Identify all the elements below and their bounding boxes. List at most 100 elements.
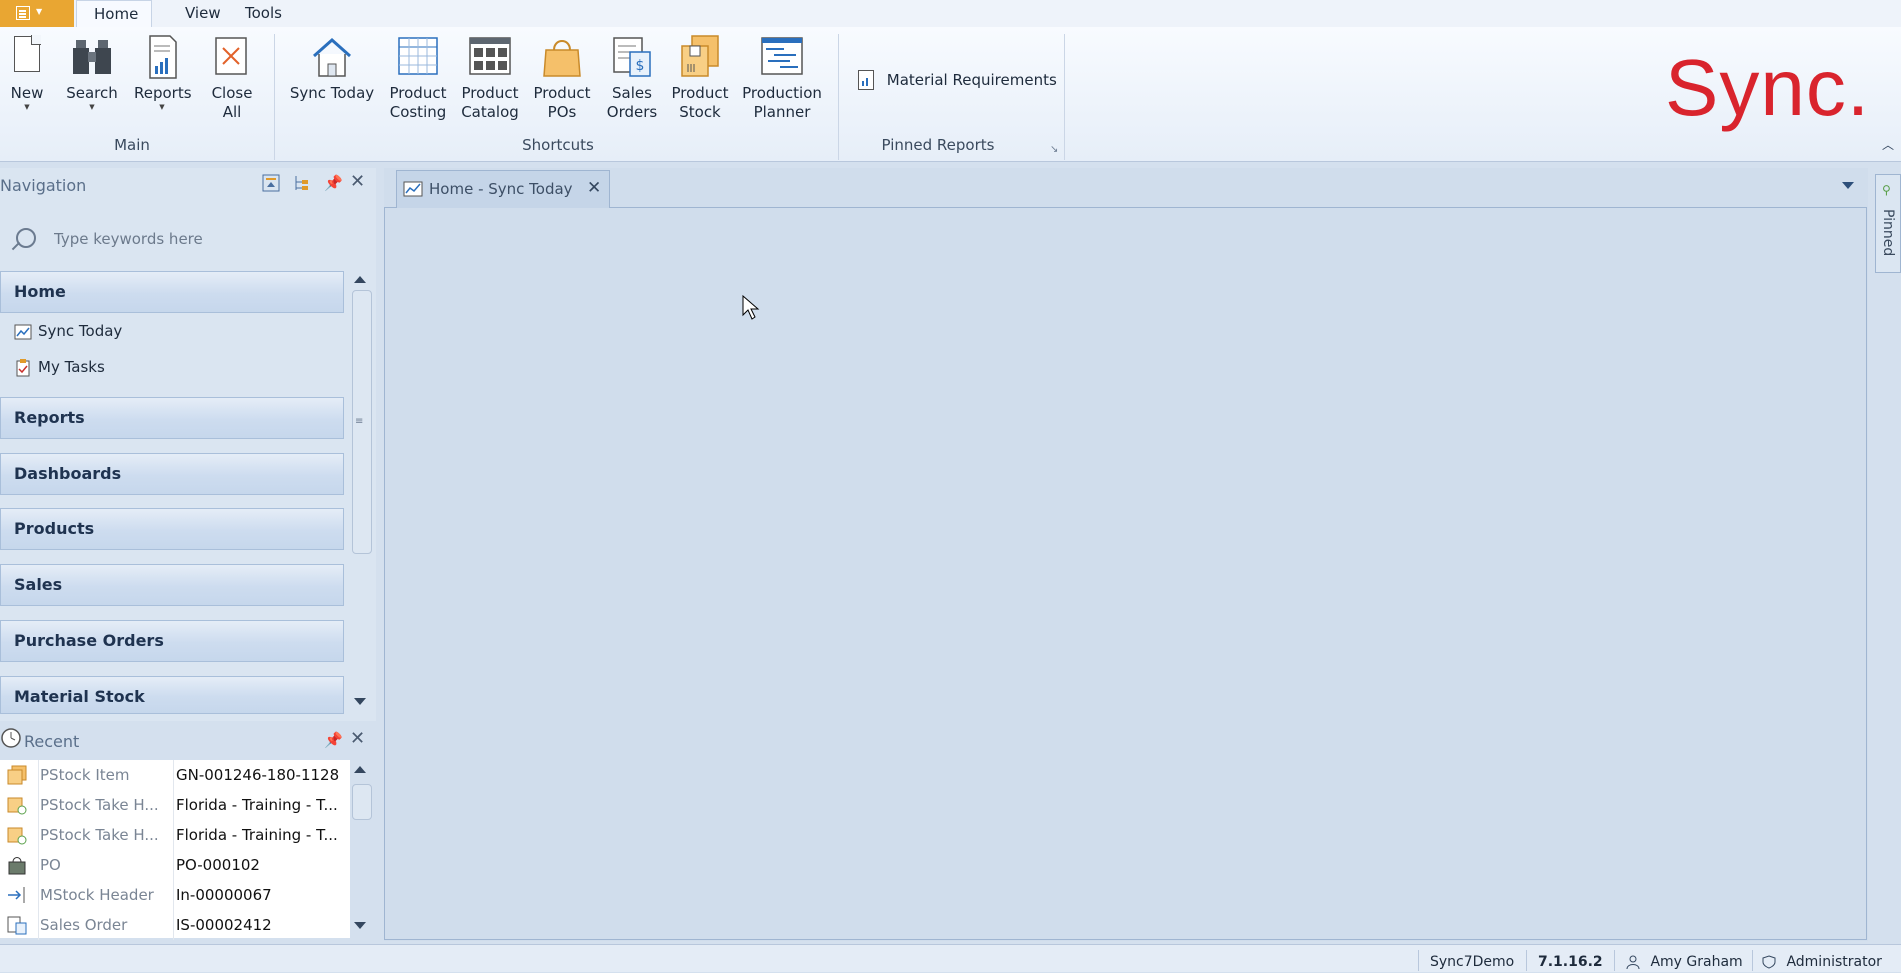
recent-type: PO: [40, 856, 61, 874]
app-menu-icon: [16, 6, 30, 20]
dropdown-arrow-icon: ▼: [89, 103, 95, 111]
recent-type: PStock Take H...: [40, 796, 159, 814]
status-separator: [1614, 950, 1615, 971]
recent-type: Sales Order: [40, 916, 128, 934]
nav-group-dashboards[interactable]: Dashboards: [0, 453, 344, 495]
nav-group-products[interactable]: Products: [0, 508, 344, 550]
user-name: Amy Graham: [1650, 954, 1743, 970]
collapse-ribbon-icon[interactable]: ︿: [1882, 136, 1894, 153]
production-planner-label-2: Planner: [753, 103, 811, 121]
close-tab-icon[interactable]: ✕: [587, 178, 601, 198]
nav-group-sales[interactable]: Sales: [0, 564, 344, 606]
group-main-label: Main: [114, 136, 150, 154]
status-bar: [0, 944, 1901, 972]
stock-item-icon: [6, 765, 28, 785]
recent-value: IS-00002412: [176, 916, 272, 934]
production-planner-label-1: Production: [742, 84, 822, 102]
pin-icon[interactable]: 📌: [324, 731, 343, 749]
scroll-up-icon[interactable]: [354, 276, 366, 283]
recent-row[interactable]: MStock Header In-00000067: [0, 880, 350, 910]
close-navigation-icon[interactable]: ✕: [350, 171, 365, 192]
tab-home[interactable]: Home: [76, 0, 152, 28]
document-list-dropdown-icon[interactable]: [1842, 182, 1854, 189]
nav-item-my-tasks[interactable]: My Tasks: [14, 358, 105, 377]
stock-take-icon: [6, 795, 28, 815]
dialog-launcher-icon[interactable]: ↘: [1050, 144, 1058, 155]
recent-row[interactable]: PStock Item GN-001246-180-1128: [0, 760, 350, 790]
product-pos-label-1: Product: [533, 84, 591, 102]
spreadsheet-icon: [396, 34, 440, 80]
sales-orders-label-1: Sales: [612, 84, 652, 102]
scroll-down-icon[interactable]: [354, 698, 366, 705]
scroll-up-icon[interactable]: [354, 766, 366, 773]
pinned-report-material-requirements[interactable]: Material Requirements: [858, 70, 1057, 94]
product-costing-label-2: Costing: [389, 103, 447, 121]
svg-text:$: $: [636, 58, 645, 74]
close-recent-icon[interactable]: ✕: [350, 728, 365, 749]
shield-icon: [1762, 955, 1776, 969]
scroll-down-icon[interactable]: [354, 922, 366, 929]
recent-value: Florida - Training - T...: [176, 826, 338, 844]
recent-row[interactable]: Sales Order IS-00002412: [0, 910, 350, 940]
application-menu-button[interactable]: ▼: [0, 0, 74, 27]
sales-order-icon: [6, 915, 28, 935]
recent-title: Recent: [24, 732, 80, 751]
search-button[interactable]: Search ▼: [64, 34, 120, 111]
recent-row[interactable]: PStock Take H... Florida - Training - T.…: [0, 820, 350, 850]
group-separator: [1064, 34, 1065, 160]
nav-group-reports[interactable]: Reports: [0, 397, 344, 439]
close-all-button[interactable]: Close All: [206, 34, 258, 122]
expand-all-icon[interactable]: [262, 174, 280, 196]
status-role: Administrator: [1762, 954, 1882, 970]
dropdown-arrow-icon: ▼: [159, 103, 165, 111]
navigation-title: Navigation: [0, 176, 87, 195]
navigation-search[interactable]: [8, 222, 340, 256]
nav-group-material-stock[interactable]: Material Stock: [0, 676, 344, 714]
reports-button[interactable]: Reports ▼: [134, 34, 192, 111]
pin-icon[interactable]: 📌: [324, 174, 343, 192]
recent-scrollbar-thumb[interactable]: [352, 784, 372, 820]
recent-value: In-00000067: [176, 886, 272, 904]
shortcut-sales-orders[interactable]: $ Sales Orders: [600, 34, 664, 122]
shortcut-product-costing[interactable]: Product Costing: [386, 34, 450, 122]
pinned-side-tab[interactable]: ⚲ Pinned: [1875, 174, 1901, 273]
nav-item-label: Sync Today: [38, 322, 123, 340]
close-all-label-line1: Close: [211, 84, 253, 102]
mouse-cursor-icon: [742, 294, 760, 325]
box-stock-icon: [678, 34, 722, 80]
shortcut-sync-today[interactable]: Sync Today: [288, 34, 376, 103]
shortcut-production-planner[interactable]: Production Planner: [740, 34, 824, 122]
shopping-bag-icon: [6, 855, 28, 875]
clipboard-icon: [14, 358, 32, 377]
product-stock-label-1: Product: [671, 84, 729, 102]
nav-group-home[interactable]: Home: [0, 271, 344, 313]
reports-button-label: Reports: [134, 84, 192, 102]
shortcut-product-stock[interactable]: Product Stock: [668, 34, 732, 122]
recent-type: PStock Item: [40, 766, 130, 784]
recent-row[interactable]: PStock Take H... Florida - Training - T.…: [0, 790, 350, 820]
new-button[interactable]: New ▼: [6, 34, 48, 111]
tree-view-icon[interactable]: [292, 174, 310, 196]
search-button-label: Search: [66, 84, 118, 102]
shortcut-product-pos[interactable]: Product POs: [530, 34, 594, 122]
tab-tools[interactable]: Tools: [228, 0, 299, 27]
search-input[interactable]: [52, 226, 336, 252]
planner-icon: [760, 34, 804, 80]
status-separator: [1526, 950, 1527, 971]
shortcut-product-catalog[interactable]: Product Catalog: [458, 34, 522, 122]
status-version: 7.1.16.2: [1538, 954, 1603, 970]
recent-type: PStock Take H...: [40, 826, 159, 844]
product-stock-label-2: Stock: [679, 103, 721, 121]
new-button-label: New: [10, 84, 44, 102]
sync-logo: Sync.: [1665, 43, 1871, 132]
close-all-label-line2: All: [222, 103, 242, 121]
recent-row[interactable]: PO PO-000102: [0, 850, 350, 880]
status-separator: [1418, 950, 1419, 971]
nav-group-purchase-orders[interactable]: Purchase Orders: [0, 620, 344, 662]
sales-orders-label-2: Orders: [606, 103, 658, 121]
document-tab-home-sync-today[interactable]: Home - Sync Today ✕: [396, 170, 610, 208]
product-costing-label-1: Product: [389, 84, 447, 102]
document-tab-label: Home - Sync Today: [429, 180, 573, 198]
group-separator: [274, 34, 275, 160]
nav-item-sync-today[interactable]: Sync Today: [14, 322, 122, 341]
